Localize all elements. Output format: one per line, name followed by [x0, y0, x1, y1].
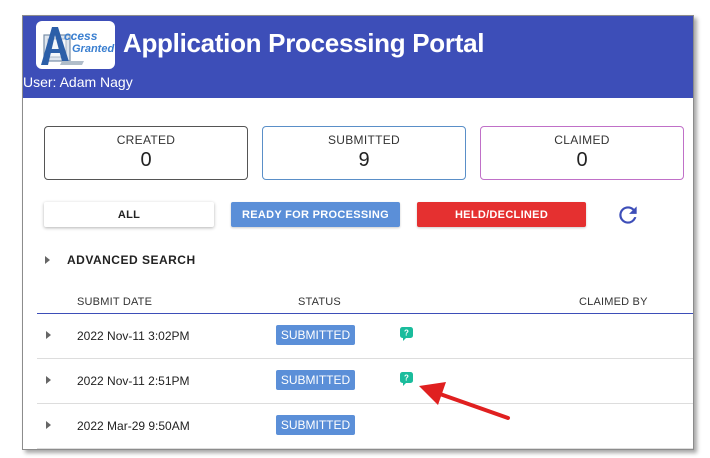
- submitted-count-label: SUBMITTED: [327, 133, 401, 147]
- row-expand-caret-icon[interactable]: [45, 420, 53, 430]
- app-window: ccess Granted Application Processing Por…: [22, 15, 694, 450]
- table-row[interactable]: 2022 Nov-11 3:02PM SUBMITTED ?: [37, 314, 693, 359]
- advanced-search-caret-icon[interactable]: [44, 255, 52, 265]
- status-badge: SUBMITTED: [276, 415, 355, 435]
- claimed-count-value: 0: [576, 149, 588, 171]
- column-header-status[interactable]: STATUS: [298, 296, 341, 308]
- chat-bubble-icon[interactable]: ?: [400, 372, 413, 386]
- row-submit-date: 2022 Mar-29 9:50AM: [77, 419, 190, 433]
- advanced-search-toggle[interactable]: ADVANCED SEARCH: [67, 253, 196, 267]
- row-submit-date: 2022 Nov-11 2:51PM: [77, 374, 190, 388]
- page-title: Application Processing Portal: [123, 28, 485, 58]
- row-expand-caret-icon[interactable]: [45, 375, 53, 385]
- submitted-count-card[interactable]: SUBMITTED 9: [262, 126, 466, 180]
- table-row[interactable]: 2022 Mar-29 9:50AM SUBMITTED: [37, 404, 693, 449]
- row-expand-caret-icon[interactable]: [45, 330, 53, 340]
- app-header: ccess Granted Application Processing Por…: [23, 16, 693, 98]
- created-count-card[interactable]: CREATED 0: [44, 126, 248, 180]
- created-count-value: 0: [140, 149, 152, 171]
- table-row[interactable]: 2022 Nov-11 2:51PM SUBMITTED ?: [37, 359, 693, 404]
- svg-text:?: ?: [404, 329, 409, 338]
- filter-ready-button[interactable]: READY FOR PROCESSING: [231, 202, 400, 227]
- column-header-claimed-by[interactable]: CLAIMED BY: [579, 296, 648, 308]
- column-header-submit-date[interactable]: SUBMIT DATE: [77, 296, 152, 308]
- refresh-icon[interactable]: [615, 202, 641, 228]
- current-user-label: User: Adam Nagy: [23, 74, 133, 90]
- svg-text:?: ?: [404, 374, 409, 383]
- filter-all-button[interactable]: ALL: [44, 202, 214, 227]
- row-submit-date: 2022 Nov-11 3:02PM: [77, 329, 190, 343]
- filter-held-button[interactable]: HELD/DECLINED: [417, 202, 586, 227]
- logo-text-top: ccess: [64, 29, 98, 43]
- claimed-count-label: CLAIMED: [554, 133, 610, 147]
- status-badge: SUBMITTED: [276, 325, 355, 345]
- claimed-count-card[interactable]: CLAIMED 0: [480, 126, 684, 180]
- status-badge: SUBMITTED: [276, 370, 355, 390]
- access-granted-logo: ccess Granted: [36, 21, 115, 69]
- logo-text-bottom: Granted: [72, 43, 115, 55]
- submitted-count-value: 9: [358, 149, 370, 171]
- created-count-label: CREATED: [116, 133, 176, 147]
- chat-bubble-icon[interactable]: ?: [400, 327, 413, 341]
